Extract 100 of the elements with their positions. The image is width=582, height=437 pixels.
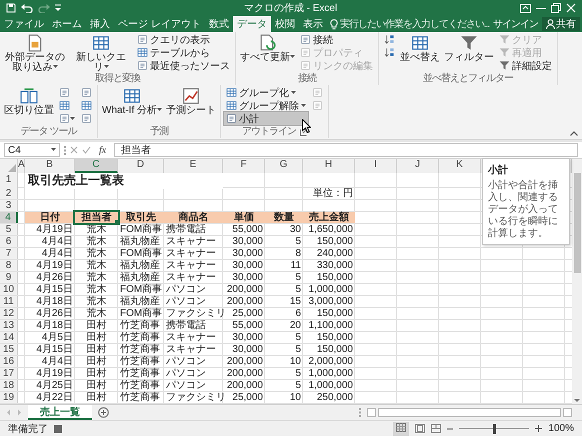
- ribbon-button[interactable]: 最近使ったソース: [135, 59, 232, 72]
- list-icon: [137, 60, 148, 71]
- table-cell-text: 200,000: [226, 296, 264, 307]
- column-header[interactable]: B: [25, 159, 75, 173]
- sign-in-link[interactable]: サインイン: [489, 16, 542, 32]
- row-header[interactable]: 16: [0, 356, 18, 367]
- ribbon-button[interactable]: 区切り位置: [3, 86, 55, 126]
- macro-record-icon[interactable]: [54, 424, 62, 432]
- ribbon-display-icon[interactable]: [520, 4, 531, 12]
- ribbon-tab[interactable]: 校閲: [270, 16, 299, 32]
- formula-field[interactable]: 担当者: [114, 143, 578, 157]
- table-cell-text: 2,000,000: [308, 356, 354, 367]
- customize-icon[interactable]: [55, 4, 61, 12]
- share-button[interactable]: 共有: [542, 17, 580, 31]
- ribbon-button[interactable]: 詳細設定: [497, 59, 554, 72]
- slider-thumb[interactable]: [493, 424, 496, 434]
- table-cell-text: 荒木: [86, 272, 108, 283]
- ribbon-button[interactable]: 小計: [224, 112, 308, 125]
- column-header[interactable]: F: [223, 159, 265, 173]
- column-header[interactable]: I: [355, 159, 397, 173]
- table-cell-text: 1,650,000: [308, 224, 354, 235]
- ribbon-button[interactable]: 並べ替え: [399, 33, 441, 73]
- restore-icon[interactable]: [551, 3, 561, 13]
- row-header[interactable]: 2: [0, 188, 18, 199]
- ribbon-button[interactable]: グループ化: [224, 86, 308, 99]
- ribbon-button[interactable]: 外部データの取り込み: [3, 33, 67, 73]
- sort-descending-icon: [384, 47, 395, 58]
- table-cell-text: FOM商事: [119, 284, 164, 295]
- table-cell-text: 荒木: [86, 284, 108, 295]
- ribbon-tab[interactable]: データ: [232, 16, 271, 32]
- search-field[interactable]: 実行したい作業を入力してください...: [330, 16, 490, 32]
- row-header[interactable]: 14: [0, 332, 18, 343]
- ribbon-button[interactable]: 接続: [298, 33, 375, 46]
- funnel-icon: [460, 34, 478, 52]
- vertical-scrollbar[interactable]: [572, 159, 582, 404]
- function-button[interactable]: fx: [95, 144, 110, 156]
- row-header[interactable]: 11: [0, 296, 18, 307]
- column-header[interactable]: J: [397, 159, 439, 173]
- collapse-ribbon-icon[interactable]: [570, 131, 578, 136]
- normal-view-button[interactable]: [393, 422, 410, 436]
- ribbon-tab[interactable]: ファイル: [0, 16, 48, 32]
- ribbon-tab[interactable]: 挿入: [86, 16, 114, 32]
- row-header[interactable]: 10: [0, 284, 18, 295]
- group-label: 取得と変換: [95, 73, 140, 85]
- add-sheet-icon[interactable]: [98, 407, 109, 418]
- column-header[interactable]: C: [75, 159, 118, 173]
- group-label: 並べ替えとフィルター: [423, 73, 513, 85]
- caret-icon: [51, 148, 56, 152]
- table-cell-text: 荒木: [86, 296, 108, 307]
- column-header[interactable]: E: [164, 159, 223, 173]
- row-header[interactable]: 19: [0, 392, 18, 403]
- horizontal-scrollbar[interactable]: [367, 407, 572, 418]
- row-header[interactable]: 15: [0, 344, 18, 355]
- row-header[interactable]: 3: [0, 200, 18, 211]
- row-header[interactable]: 4: [0, 212, 18, 223]
- ribbon-button[interactable]: クエリの表示: [135, 33, 232, 46]
- row-header[interactable]: 13: [0, 320, 18, 331]
- row-header[interactable]: 7: [0, 248, 18, 259]
- dialog-launcher-icon[interactable]: [300, 128, 308, 136]
- row-header[interactable]: 6: [0, 236, 18, 247]
- row-header[interactable]: 5: [0, 224, 18, 235]
- sort-ascending-icon: [384, 34, 395, 45]
- ribbon-button[interactable]: 新しいクエリ: [69, 33, 133, 73]
- page-layout-icon[interactable]: [415, 424, 426, 433]
- table-cell-text: 30,000: [231, 260, 264, 271]
- zoom-out-icon[interactable]: [447, 426, 454, 432]
- sheet-tab[interactable]: 売上一覧: [28, 405, 92, 420]
- ribbon-tab[interactable]: 数式: [204, 16, 233, 32]
- table-cell-text: 田村: [86, 344, 108, 355]
- ribbon-button[interactable]: What-If 分析: [101, 86, 164, 126]
- table-cell-text: 3,000,000: [308, 296, 354, 307]
- column-header[interactable]: G: [265, 159, 303, 173]
- ribbon-button[interactable]: [79, 99, 94, 112]
- list-icon: [300, 60, 311, 71]
- ribbon-tab[interactable]: ホーム: [48, 16, 86, 32]
- column-header[interactable]: K: [439, 159, 481, 173]
- close-icon[interactable]: [566, 3, 576, 13]
- table-cell-text: 150,000: [316, 344, 354, 355]
- save-icon[interactable]: [6, 3, 16, 13]
- name-box[interactable]: C4: [4, 143, 60, 157]
- ribbon-button[interactable]: フィルター: [443, 33, 495, 73]
- undo-icon[interactable]: [21, 3, 33, 13]
- row-header[interactable]: 17: [0, 368, 18, 379]
- column-header[interactable]: A: [18, 159, 25, 173]
- page-break-icon[interactable]: [431, 424, 442, 433]
- column-header[interactable]: H: [303, 159, 355, 173]
- row-header[interactable]: 1: [0, 172, 18, 189]
- ribbon-tab[interactable]: ページ レイアウト: [114, 16, 205, 32]
- ribbon-button[interactable]: すべて更新: [239, 33, 296, 73]
- ribbon-button[interactable]: テーブルから: [135, 46, 232, 59]
- row-header[interactable]: 9: [0, 272, 18, 283]
- ribbon-button[interactable]: 予測シート: [165, 86, 218, 126]
- row-header[interactable]: 18: [0, 380, 18, 391]
- row-header[interactable]: 8: [0, 260, 18, 271]
- ribbon-tab[interactable]: 表示: [298, 16, 327, 32]
- table-cell-text: 1,000,000: [308, 380, 354, 391]
- column-header[interactable]: D: [118, 159, 164, 173]
- zoom-in-icon[interactable]: [535, 425, 542, 432]
- lightbulb-icon: [330, 18, 338, 30]
- row-header[interactable]: 12: [0, 308, 18, 319]
